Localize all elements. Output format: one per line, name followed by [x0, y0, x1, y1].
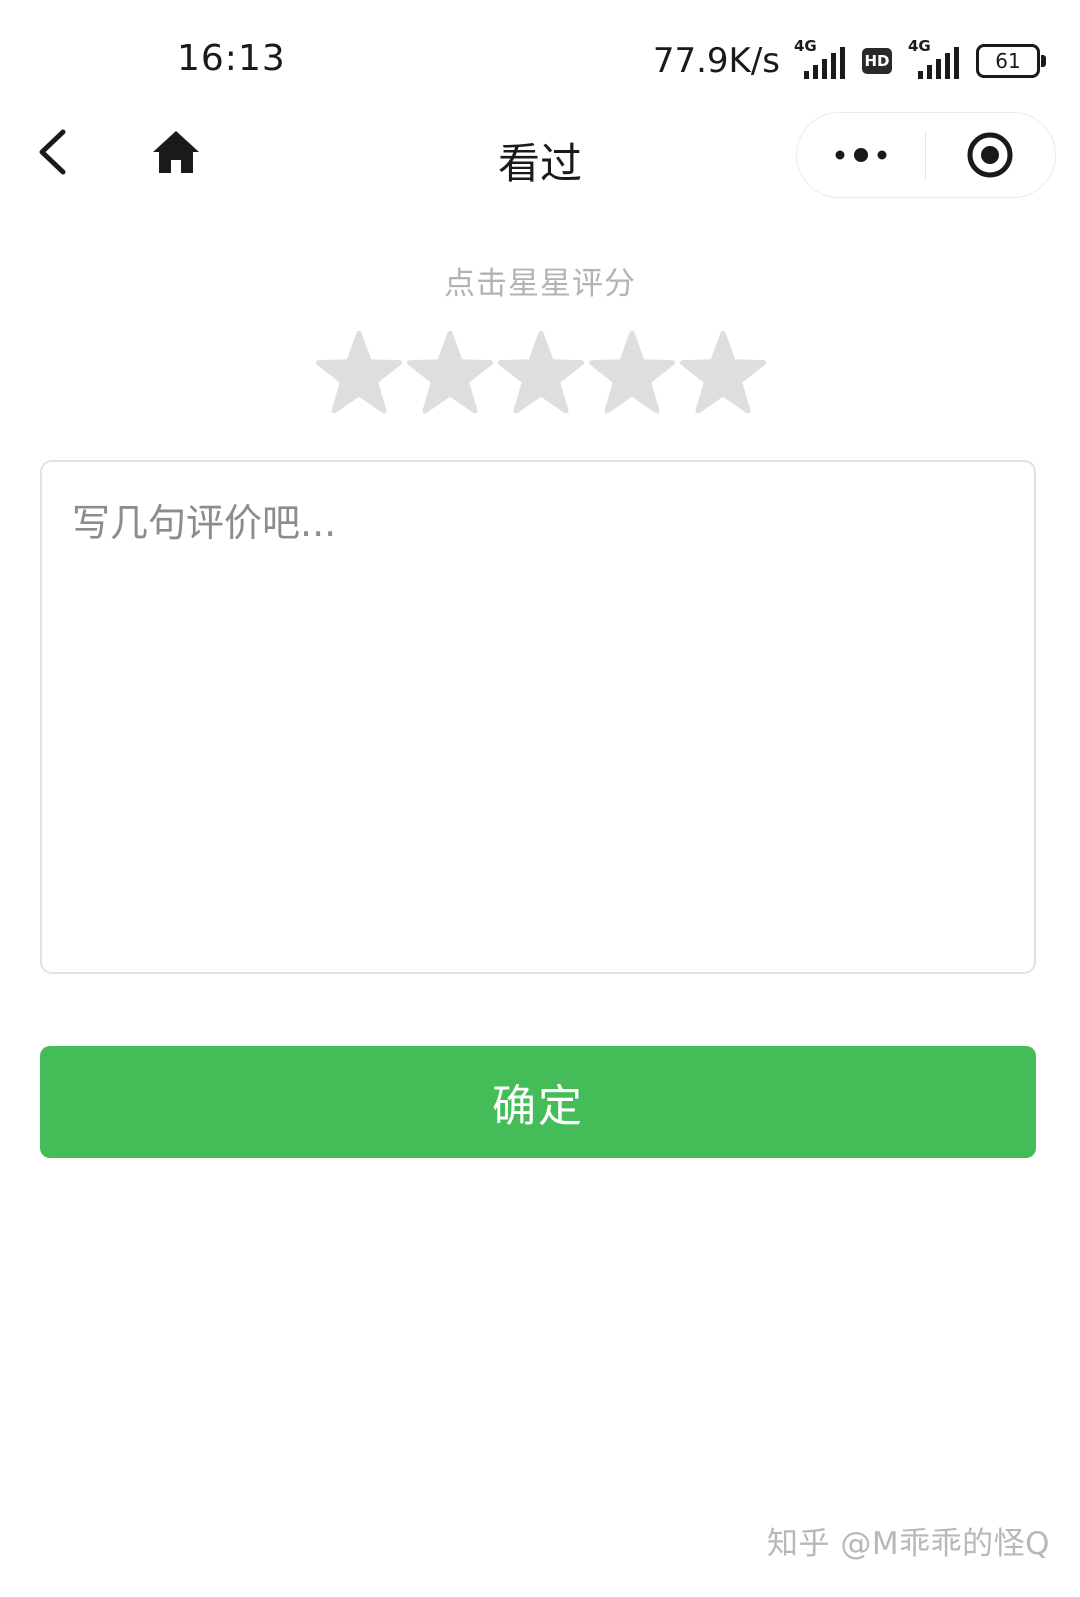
signal-2-icon: 4G [908, 37, 960, 83]
more-dots-icon [835, 148, 887, 162]
rating-hint: 点击星星评分 [444, 266, 636, 302]
status-bar: 16:13 77.9K/s 4G HD 4G 61 [0, 0, 1080, 120]
star-icon-2[interactable] [407, 330, 493, 416]
network-speed: 77.9K/s [652, 41, 780, 81]
watermark-text: 知乎 @M乖乖的怪Q [766, 1526, 1050, 1562]
home-icon [153, 131, 199, 173]
hd-badge: HD [862, 48, 892, 74]
star-icon-4[interactable] [589, 330, 675, 416]
review-input[interactable] [40, 460, 1036, 974]
star-icon-1[interactable] [316, 330, 402, 416]
capsule-menu [796, 112, 1056, 198]
signal-1-icon: 4G [794, 37, 846, 83]
page: 16:13 77.9K/s 4G HD 4G 61 看过 点击星星评分 写几句评… [0, 0, 1080, 1597]
status-time: 16:13 [177, 38, 286, 79]
back-button[interactable] [30, 126, 74, 178]
battery-icon: 61 [976, 44, 1046, 78]
chevron-left-icon [39, 129, 66, 175]
star-icon-5[interactable] [680, 330, 766, 416]
confirm-button[interactable]: 确定 [40, 1046, 1036, 1158]
home-button[interactable] [148, 126, 204, 178]
target-close-icon [967, 132, 1013, 178]
close-miniprogram-button[interactable] [926, 113, 1054, 197]
star-rating [316, 330, 766, 416]
battery-level: 61 [995, 49, 1021, 73]
nav-bar: 看过 [0, 108, 1080, 198]
status-icons: 77.9K/s 4G HD 4G 61 [652, 37, 1046, 84]
more-button[interactable] [797, 113, 925, 197]
star-icon-3[interactable] [498, 330, 584, 416]
